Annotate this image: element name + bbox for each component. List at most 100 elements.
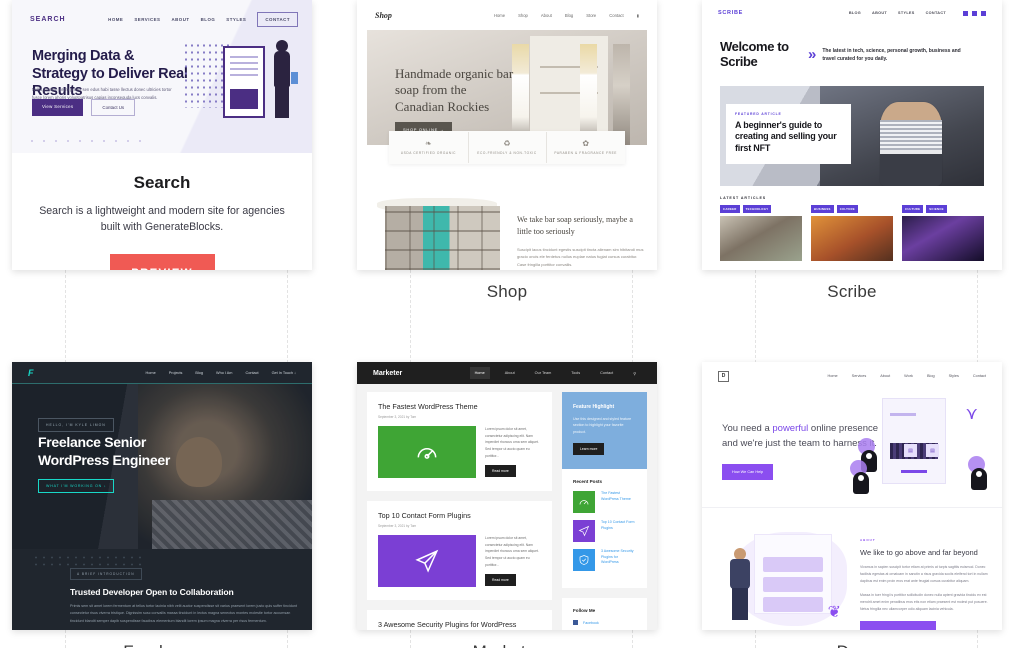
linkedin-icon[interactable] <box>981 10 986 16</box>
article-card[interactable]: CAREER TECHNOLOGY <box>720 205 802 261</box>
nav-item-blog[interactable]: Blog <box>927 374 935 378</box>
social-link[interactable]: Facebook <box>573 620 636 626</box>
cart-icon[interactable]: ▮ <box>637 13 639 18</box>
paper-plane-icon <box>573 520 595 543</box>
shop-nav-menu: Home Shop About Blog Store Contact ▮ <box>494 13 639 18</box>
template-preview-scribe[interactable]: SCRIBE BLOG ABOUT STYLES CONTACT Welcome… <box>702 0 1002 270</box>
template-card-scribe[interactable]: SCRIBE BLOG ABOUT STYLES CONTACT Welcome… <box>702 0 1002 302</box>
nav-item-projects[interactable]: Projects <box>169 371 183 375</box>
nav-item-shop[interactable]: Shop <box>518 13 528 18</box>
scribe-social-links <box>963 10 986 16</box>
nav-item-contact[interactable]: CONTACT <box>926 11 946 15</box>
nav-item-blog[interactable]: BLOG <box>201 17 216 22</box>
nav-cta-contact[interactable]: CONTACT <box>257 12 298 27</box>
nav-item-home[interactable]: Home <box>828 374 838 378</box>
nav-item-our-team[interactable]: Our Team <box>530 367 557 379</box>
nav-item-contact[interactable]: Contact <box>595 367 618 379</box>
template-card-search[interactable]: SEARCH HOME SERVICES ABOUT BLOG STYLES C… <box>12 0 312 302</box>
nav-item-tools[interactable]: Tools <box>566 367 585 379</box>
search-logo[interactable]: SEARCH <box>30 16 66 23</box>
post-title[interactable]: 3 Awesome Security Plugins for WordPress <box>378 620 541 629</box>
nav-item-styles[interactable]: STYLES <box>226 17 246 22</box>
shop-logo[interactable]: Shop <box>375 11 392 20</box>
template-preview-dev[interactable]: D Home Services About Work Blog Styles C… <box>702 362 1002 630</box>
dev-navbar: D Home Services About Work Blog Styles C… <box>702 362 1002 390</box>
nav-item-home[interactable]: Home <box>146 371 156 375</box>
template-preview-marketer[interactable]: Marketer Home About Our Team Tools Conta… <box>357 362 657 630</box>
read-more-button[interactable]: Read more <box>485 574 516 587</box>
post-title[interactable]: The Fastest WordPress Theme <box>378 402 541 411</box>
nav-item-home[interactable]: Home <box>494 13 505 18</box>
feature-label: USDA CERTIFIED ORGANIC <box>400 151 456 155</box>
template-label-dev: Dev <box>702 630 1002 648</box>
nav-item-about[interactable]: About <box>500 367 520 379</box>
template-preview-shop[interactable]: Shop Home Shop About Blog Store Contact … <box>357 0 657 270</box>
dev-logo[interactable]: D <box>718 370 729 382</box>
nav-item-home[interactable]: Home <box>469 367 490 379</box>
nav-item-blog[interactable]: Blog <box>565 13 573 18</box>
nav-item-store[interactable]: Store <box>586 13 596 18</box>
post-card[interactable]: The Fastest WordPress Theme September 3,… <box>367 392 552 491</box>
nav-item-about[interactable]: ABOUT <box>872 11 887 15</box>
view-services-button[interactable]: View Services <box>32 99 84 116</box>
template-card-shop[interactable]: Shop Home Shop About Blog Store Contact … <box>357 0 657 302</box>
template-card-freelance[interactable]: F Home Projects Blog Who I Am Contact Ge… <box>12 362 312 648</box>
template-preview-search[interactable]: SEARCH HOME SERVICES ABOUT BLOG STYLES C… <box>12 0 312 270</box>
nav-cta-get-in-touch[interactable]: Get In Touch ↓ <box>272 371 296 375</box>
recent-post-item[interactable]: The Fastest WordPress Theme <box>573 491 636 514</box>
nav-item-about[interactable]: ABOUT <box>171 17 189 22</box>
freelance-nav-menu: Home Projects Blog Who I Am Contact Get … <box>146 371 296 375</box>
nav-item-blog[interactable]: BLOG <box>849 11 861 15</box>
recent-post-title[interactable]: Top 10 Contact Form Plugins <box>601 520 636 531</box>
article-card[interactable]: CULTURE SCIENCE <box>902 205 984 261</box>
working-on-button[interactable]: WHAT I'M WORKING ON ↓ <box>38 479 115 493</box>
social-label[interactable]: Facebook <box>583 621 599 625</box>
template-card-marketer[interactable]: Marketer Home About Our Team Tools Conta… <box>357 362 657 648</box>
nav-item-blog[interactable]: Blog <box>195 371 203 375</box>
nav-item-styles[interactable]: Styles <box>949 374 959 378</box>
badge: BUSINESS <box>811 205 834 213</box>
contact-us-button[interactable]: Contact Us <box>91 99 136 116</box>
nav-item-contact[interactable]: Contact <box>973 374 986 378</box>
preview-button[interactable]: PREVIEW <box>109 253 215 270</box>
nav-item-services[interactable]: Services <box>852 374 867 378</box>
post-card[interactable]: Top 10 Contact Form Plugins September 3,… <box>367 501 552 600</box>
instagram-icon[interactable] <box>972 10 977 16</box>
nav-item-services[interactable]: SERVICES <box>134 17 160 22</box>
search-icon[interactable]: ⚲ <box>628 367 641 380</box>
article-card[interactable]: BUSINESS CULTURE <box>811 205 893 261</box>
template-label-shop: Shop <box>486 282 528 301</box>
dot-row-decoration <box>26 136 146 146</box>
row-gap <box>12 302 312 362</box>
recent-post-title[interactable]: 3 Awesome Security Plugins for WordPress <box>601 549 636 565</box>
nav-item-styles[interactable]: STYLES <box>898 11 915 15</box>
nav-item-contact[interactable]: Contact <box>245 371 258 375</box>
nav-item-who-i-am[interactable]: Who I Am <box>216 371 232 375</box>
learn-more-button[interactable]: Learn more <box>573 443 605 456</box>
paper-plane-icon <box>378 535 476 587</box>
nav-item-work[interactable]: Work <box>904 374 913 378</box>
heading-part-1: You need a <box>722 423 773 434</box>
scribe-logo[interactable]: SCRIBE <box>718 10 743 16</box>
gauge-icon <box>378 426 476 478</box>
template-card-dev[interactable]: D Home Services About Work Blog Styles C… <box>702 362 1002 648</box>
recent-post-item[interactable]: 3 Awesome Security Plugins for WordPress <box>573 549 636 572</box>
recent-post-title[interactable]: The Fastest WordPress Theme <box>601 491 636 502</box>
how-we-can-help-button[interactable]: How We Can Help <box>722 464 774 480</box>
nav-item-home[interactable]: HOME <box>108 17 123 22</box>
about-illustration: ❦ <box>722 526 847 626</box>
template-preview-freelance[interactable]: F Home Projects Blog Who I Am Contact Ge… <box>12 362 312 630</box>
marketer-logo[interactable]: Marketer <box>373 370 402 377</box>
post-card[interactable]: 3 Awesome Security Plugins for WordPress… <box>367 610 552 630</box>
about-cta-button[interactable] <box>860 621 936 630</box>
nav-item-about[interactable]: About <box>880 374 890 378</box>
nav-item-about[interactable]: About <box>541 13 552 18</box>
read-more-button[interactable]: Read more <box>485 465 516 478</box>
featured-article-card[interactable]: FEATURED ARTICLE A beginner's guide to c… <box>726 104 851 164</box>
freelance-logo[interactable]: F <box>28 368 34 378</box>
nav-item-contact[interactable]: Contact <box>609 13 623 18</box>
twitter-icon[interactable] <box>963 10 968 16</box>
shop-section-heading: We take bar soap seriously, maybe a litt… <box>517 215 633 236</box>
post-title[interactable]: Top 10 Contact Form Plugins <box>378 511 541 520</box>
recent-post-item[interactable]: Top 10 Contact Form Plugins <box>573 520 636 543</box>
